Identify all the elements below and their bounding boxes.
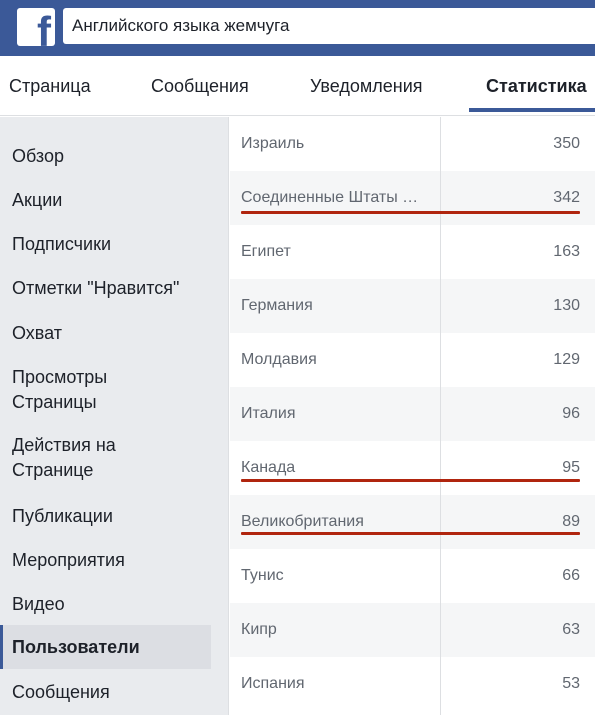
column-divider <box>440 117 441 715</box>
sidebar-item-messages[interactable]: Сообщения <box>0 680 211 705</box>
table-row: Германия 130 <box>230 279 595 333</box>
sidebar-item-events[interactable]: Мероприятия <box>0 548 211 573</box>
people-count: 95 <box>562 459 580 476</box>
sidebar-item-label: Действия на Странице <box>12 435 116 480</box>
country-name: Тунис <box>241 567 284 584</box>
country-name: Канада <box>241 459 296 476</box>
country-name: Соединенные Штаты … <box>241 189 419 206</box>
people-count: 89 <box>562 513 580 530</box>
country-name: Молдавия <box>241 351 317 368</box>
sidebar-item-followers[interactable]: Подписчики <box>0 232 211 257</box>
sidebar-item-label: Акции <box>12 190 63 210</box>
table-row: Египет 163 <box>230 225 595 279</box>
sidebar-item-label: Подписчики <box>12 234 112 254</box>
search-input[interactable]: Английского языка жемчуга <box>63 8 595 44</box>
insights-sidebar: Обзор Акции Подписчики Отметки "Нравится… <box>0 117 229 715</box>
country-name: Великобритания <box>241 513 364 530</box>
active-tab-indicator <box>469 108 595 112</box>
top-bar: f Английского языка жемчуга <box>0 0 595 56</box>
search-input-value: Английского языка жемчуга <box>72 16 290 35</box>
table-row: Молдавия 129 <box>230 333 595 387</box>
sidebar-item-promotions[interactable]: Акции <box>0 188 211 213</box>
people-count: 63 <box>562 621 580 638</box>
sidebar-item-label: Обзор <box>12 146 64 166</box>
sidebar-item-page-views[interactable]: Просмотры Страницы <box>0 365 211 415</box>
facebook-logo-icon[interactable]: f <box>17 8 55 46</box>
facebook-logo-letter: f <box>37 8 51 47</box>
country-name: Израиль <box>241 135 305 152</box>
sidebar-item-reach[interactable]: Охват <box>0 321 211 346</box>
sidebar-item-posts[interactable]: Публикации <box>0 504 211 529</box>
sidebar-item-overview[interactable]: Обзор <box>0 144 211 169</box>
people-count: 129 <box>553 351 580 368</box>
country-name: Кипр <box>241 621 277 638</box>
sidebar-item-label: Просмотры Страницы <box>12 367 108 412</box>
table-row: Испания 53 <box>230 657 595 711</box>
sidebar-item-page-actions[interactable]: Действия на Странице <box>0 433 211 483</box>
country-name: Испания <box>241 675 305 692</box>
sidebar-item-people[interactable]: Пользователи <box>0 625 211 669</box>
tab-page[interactable]: Страница <box>9 56 91 116</box>
table-row: Израиль 350 <box>230 117 595 171</box>
highlight-underline-uk <box>241 532 580 535</box>
people-count: 350 <box>553 135 580 152</box>
country-name: Египет <box>241 243 291 260</box>
people-count: 130 <box>553 297 580 314</box>
table-row: Канада 95 <box>230 441 595 495</box>
highlight-underline-usa <box>241 211 580 214</box>
table-row: Кипр 63 <box>230 603 595 657</box>
people-count: 96 <box>562 405 580 422</box>
sidebar-item-label: Видео <box>12 594 65 614</box>
sidebar-item-videos[interactable]: Видео <box>0 592 211 617</box>
sidebar-item-label: Мероприятия <box>12 550 125 570</box>
sidebar-item-label: Сообщения <box>12 682 110 702</box>
tab-insights[interactable]: Статистика <box>486 56 587 116</box>
country-name: Германия <box>241 297 313 314</box>
table-row: Великобритания 89 <box>230 495 595 549</box>
sidebar-item-label: Охват <box>12 323 63 343</box>
sidebar-item-label: Отметки "Нравится" <box>12 278 180 298</box>
sidebar-item-label: Пользователи <box>12 637 140 657</box>
table-row: Италия 96 <box>230 387 595 441</box>
table-row: Соединенные Штаты … 342 <box>230 171 595 225</box>
tab-notifications[interactable]: Уведомления <box>310 56 423 116</box>
people-count: 163 <box>553 243 580 260</box>
highlight-underline-canada <box>241 479 580 482</box>
country-table: Израиль 350 Соединенные Штаты … 342 Егип… <box>230 117 595 715</box>
people-count: 66 <box>562 567 580 584</box>
sidebar-item-likes[interactable]: Отметки "Нравится" <box>0 276 211 301</box>
country-name: Италия <box>241 405 296 422</box>
tab-messages[interactable]: Сообщения <box>151 56 249 116</box>
people-count: 53 <box>562 675 580 692</box>
sidebar-item-label: Публикации <box>12 506 113 526</box>
page-tabs: Страница Сообщения Уведомления Статистик… <box>0 56 595 116</box>
people-count: 342 <box>553 189 580 206</box>
table-row: Тунис 66 <box>230 549 595 603</box>
